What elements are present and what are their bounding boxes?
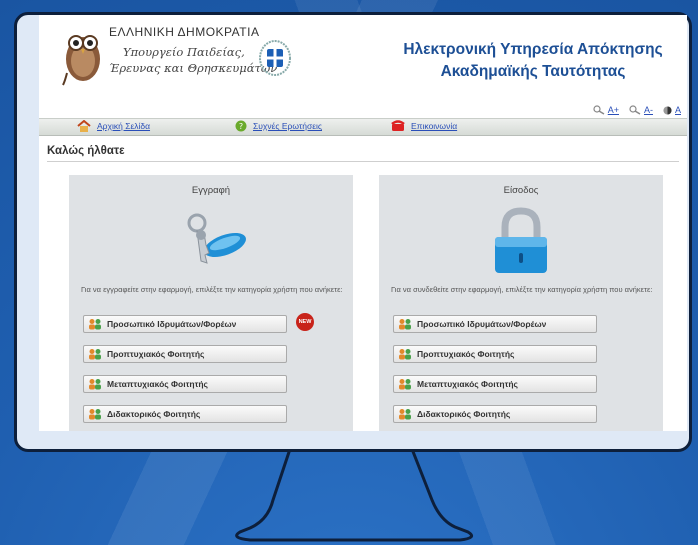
register-staff-label: Προσωπικό Ιδρυμάτων/Φορέων (107, 319, 237, 329)
phone-icon (391, 120, 405, 131)
service-title: Ηλεκτρονική Υπηρεσία Απόκτησης Ακαδημαϊκ… (383, 39, 683, 83)
svg-text:?: ? (239, 122, 243, 131)
login-title: Είσοδος (503, 185, 539, 196)
greek-emblem-icon (259, 40, 291, 76)
users-icon (399, 349, 411, 360)
home-icon (77, 120, 91, 132)
ministry-line-3: Έρευνας και Θρησκευμάτων (109, 61, 278, 75)
padlock-icon (495, 207, 547, 273)
login-staff-label: Προσωπικό Ιδρυμάτων/Φορέων (417, 319, 547, 329)
login-postgrad-button[interactable]: Μεταπτυχιακός Φοιτητής (393, 375, 597, 393)
contrast-link[interactable]: A (675, 105, 681, 115)
users-icon (399, 379, 411, 390)
contrast-icon (663, 105, 672, 115)
users-icon (89, 349, 101, 360)
contrast-control[interactable]: A (663, 105, 681, 115)
users-icon (399, 409, 411, 420)
register-undergrad-label: Προπτυχιακός Φοιτητής (107, 349, 205, 359)
register-postgrad-label: Μεταπτυχιακός Φοιτητής (107, 379, 208, 389)
divider (47, 161, 679, 162)
login-undergrad-button[interactable]: Προπτυχιακός Φοιτητής (393, 345, 597, 363)
users-icon (89, 319, 101, 330)
nav-contact-label[interactable]: Επικοινωνία (411, 121, 457, 131)
ministry-name: ΕΛΛΗΝΙΚΗ ΔΗΜΟΚΡΑΤΙΑ Υπουργείο Παιδείας, … (109, 25, 277, 75)
login-staff-button[interactable]: Προσωπικό Ιδρυμάτων/Φορέων (393, 315, 597, 333)
nav-item-faq[interactable]: ? Συχνές Ερωτήσεις (235, 120, 322, 132)
login-phd-label: Διδακτορικός Φοιτητής (417, 409, 511, 419)
users-icon (89, 379, 101, 390)
login-panel: Είσοδος Για να συνδεθείτε στην εφαρμογή,… (379, 175, 663, 431)
users-icon (399, 319, 411, 330)
font-increase-control[interactable]: A+ (593, 105, 619, 115)
login-postgrad-label: Μεταπτυχιακός Φοιτητής (417, 379, 518, 389)
register-postgrad-button[interactable]: Μεταπτυχιακός Φοιτητής (83, 375, 287, 393)
register-panel: Εγγραφή Για να εγγραφείτε στην εφαρμογή,… (69, 175, 353, 431)
font-decrease-link[interactable]: A- (644, 105, 653, 115)
service-title-line-2: Ακαδημαϊκής Ταυτότητας (440, 63, 626, 80)
font-increase-link[interactable]: A+ (608, 105, 619, 115)
help-icon: ? (235, 120, 247, 132)
welcome-heading: Καλώς ήλθατε (47, 145, 125, 157)
browser-screen: ΕΛΛΗΝΙΚΗ ΔΗΜΟΚΡΑΤΙΑ Υπουργείο Παιδείας, … (39, 15, 687, 431)
nav-item-contact[interactable]: Επικοινωνία (391, 120, 457, 131)
register-description: Για να εγγραφείτε στην εφαρμογή, επιλέξτ… (81, 285, 343, 294)
login-undergrad-label: Προπτυχιακός Φοιτητής (417, 349, 515, 359)
keys-icon (187, 213, 246, 264)
nav-faq-label[interactable]: Συχνές Ερωτήσεις (253, 121, 322, 131)
font-size-controls: A+ A- A (593, 105, 681, 115)
ministry-line-1: ΕΛΛΗΝΙΚΗ ΔΗΜΟΚΡΑΤΙΑ (109, 25, 260, 39)
owl-logo-icon (62, 35, 100, 86)
nav-bar: Αρχική Σελίδα ? Συχνές Ερωτήσεις Επικοιν… (39, 118, 687, 136)
new-badge: NEW (296, 313, 314, 331)
zoom-out-icon (629, 105, 641, 115)
register-phd-button[interactable]: Διδακτορικός Φοιτητής (83, 405, 287, 423)
register-undergrad-button[interactable]: Προπτυχιακός Φοιτητής (83, 345, 287, 363)
nav-home-label[interactable]: Αρχική Σελίδα (97, 121, 150, 131)
site-header: ΕΛΛΗΝΙΚΗ ΔΗΜΟΚΡΑΤΙΑ Υπουργείο Παιδείας, … (39, 15, 687, 127)
register-staff-button[interactable]: Προσωπικό Ιδρυμάτων/Φορέων (83, 315, 287, 333)
service-title-line-1: Ηλεκτρονική Υπηρεσία Απόκτησης (403, 41, 663, 58)
nav-item-home[interactable]: Αρχική Σελίδα (77, 120, 150, 132)
register-title: Εγγραφή (191, 185, 231, 196)
login-description: Για να συνδεθείτε στην εφαρμογή, επιλέξτ… (391, 285, 653, 294)
zoom-in-icon (593, 105, 605, 115)
ministry-line-2: Υπουργείο Παιδείας, (123, 45, 245, 59)
login-phd-button[interactable]: Διδακτορικός Φοιτητής (393, 405, 597, 423)
register-phd-label: Διδακτορικός Φοιτητής (107, 409, 201, 419)
monitor-frame: ΕΛΛΗΝΙΚΗ ΔΗΜΟΚΡΑΤΙΑ Υπουργείο Παιδείας, … (14, 12, 692, 452)
users-icon (89, 409, 101, 420)
font-decrease-control[interactable]: A- (629, 105, 653, 115)
